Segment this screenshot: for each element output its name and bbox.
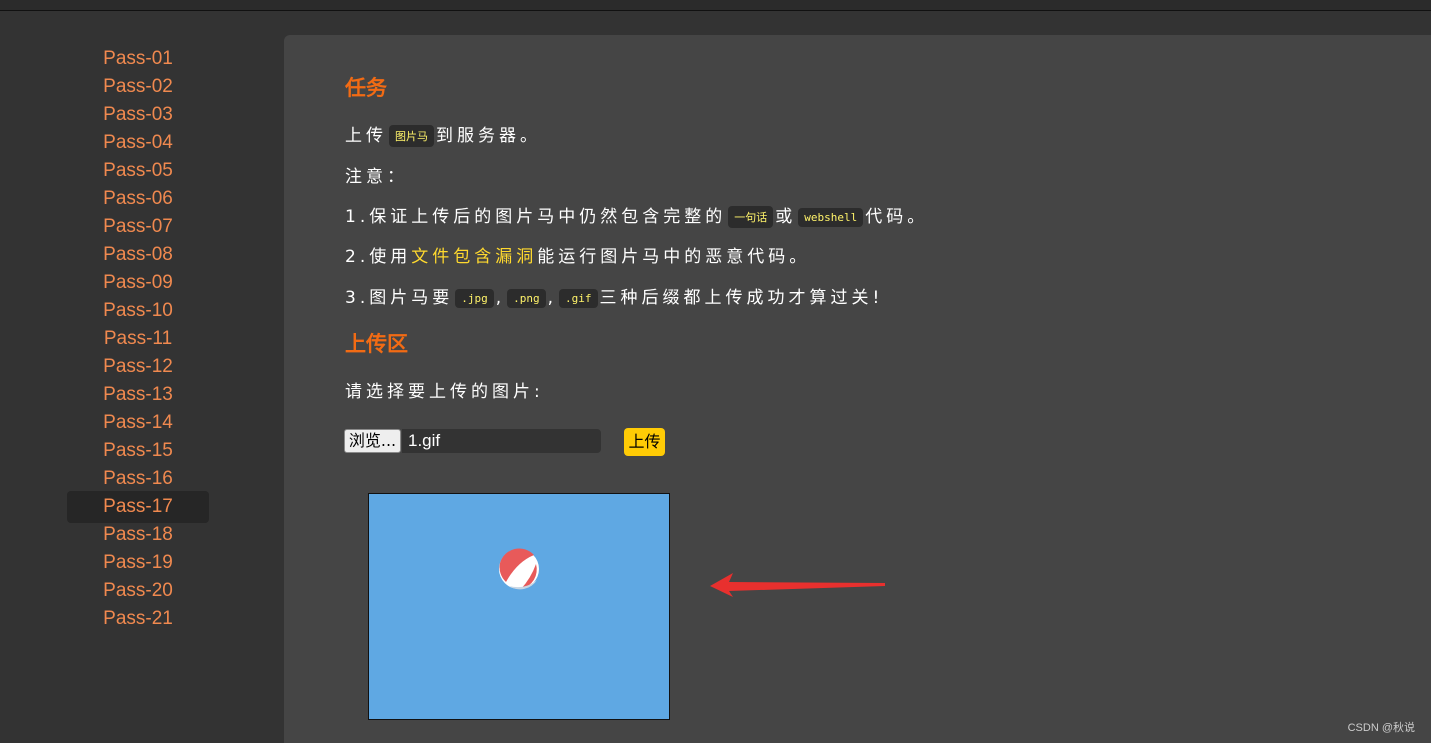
upload-prompt: 请选择要上传的图片: bbox=[345, 382, 544, 402]
sidebar-item-pass-19[interactable]: Pass-19 bbox=[67, 549, 209, 577]
sidebar-item-pass-15[interactable]: Pass-15 bbox=[67, 437, 209, 465]
main-panel: 任务 上传 图片马 到服务器。 注意： 1.保证上传后的图片马中仍然包含完整的 一句话… bbox=[284, 35, 1431, 743]
sidebar-item-pass-17[interactable]: Pass-17 bbox=[67, 491, 209, 523]
code-tag: .gif bbox=[559, 288, 598, 308]
rule-3: 3.图片马要 .jpg, .png, .gif 三种后缀都上传成功才算过关! bbox=[345, 288, 884, 308]
sidebar-item-pass-21[interactable]: Pass-21 bbox=[67, 605, 209, 633]
uploaded-image-preview bbox=[368, 493, 670, 720]
sidebar-item-pass-16[interactable]: Pass-16 bbox=[67, 465, 209, 493]
rule-1: 1.保证上传后的图片马中仍然包含完整的 一句话或 webshell 代码。 bbox=[345, 206, 929, 228]
upload-heading: 上传区 bbox=[345, 332, 408, 356]
task-heading: 任务 bbox=[345, 76, 387, 100]
sidebar-item-pass-20[interactable]: Pass-20 bbox=[67, 577, 209, 605]
sidebar-item-pass-14[interactable]: Pass-14 bbox=[67, 409, 209, 437]
sidebar-item-pass-08[interactable]: Pass-08 bbox=[67, 241, 209, 269]
sidebar-item-pass-03[interactable]: Pass-03 bbox=[67, 101, 209, 129]
red-arrow-icon bbox=[710, 573, 885, 597]
sidebar-item-pass-10[interactable]: Pass-10 bbox=[67, 297, 209, 325]
sidebar-item-pass-07[interactable]: Pass-07 bbox=[67, 213, 209, 241]
pass-nav: Pass-01 Pass-02 Pass-03 Pass-04 Pass-05 Pass-… bbox=[67, 45, 209, 633]
upload-button[interactable]: 上传 bbox=[624, 428, 665, 456]
watermark: CSDN @秋说 bbox=[1347, 722, 1415, 734]
code-tag: .png bbox=[507, 288, 546, 308]
highlight-text: 文件包含漏洞 bbox=[411, 247, 538, 267]
sidebar-item-pass-04[interactable]: Pass-04 bbox=[67, 129, 209, 157]
sidebar: Pass-01 Pass-02 Pass-03 Pass-04 Pass-05 Pass-… bbox=[0, 11, 284, 743]
note-label: 注意： bbox=[345, 167, 408, 187]
browse-button[interactable]: 浏览... bbox=[344, 429, 401, 453]
code-tag: webshell bbox=[798, 207, 864, 227]
file-name-field[interactable]: 1.gif bbox=[402, 429, 601, 453]
sidebar-item-pass-06[interactable]: Pass-06 bbox=[67, 185, 209, 213]
code-tag: 图片马 bbox=[389, 125, 434, 147]
top-bar bbox=[0, 0, 1431, 11]
rule-2: 2.使用文件包含漏洞能运行图片马中的恶意代码。 bbox=[345, 247, 811, 267]
sidebar-item-pass-09[interactable]: Pass-09 bbox=[67, 269, 209, 297]
sidebar-item-pass-18[interactable]: Pass-18 bbox=[67, 521, 209, 549]
code-tag: .jpg bbox=[455, 288, 494, 308]
task-line: 上传 图片马 到服务器。 bbox=[345, 125, 541, 147]
sidebar-item-pass-11[interactable]: Pass-11 bbox=[67, 325, 209, 353]
sidebar-item-pass-13[interactable]: Pass-13 bbox=[67, 381, 209, 409]
sidebar-item-pass-01[interactable]: Pass-01 bbox=[67, 45, 209, 73]
sidebar-item-pass-12[interactable]: Pass-12 bbox=[67, 353, 209, 381]
code-tag: 一句话 bbox=[728, 206, 774, 228]
beach-ball-icon bbox=[499, 548, 539, 590]
sidebar-item-pass-05[interactable]: Pass-05 bbox=[67, 157, 209, 185]
sidebar-item-pass-02[interactable]: Pass-02 bbox=[67, 73, 209, 101]
